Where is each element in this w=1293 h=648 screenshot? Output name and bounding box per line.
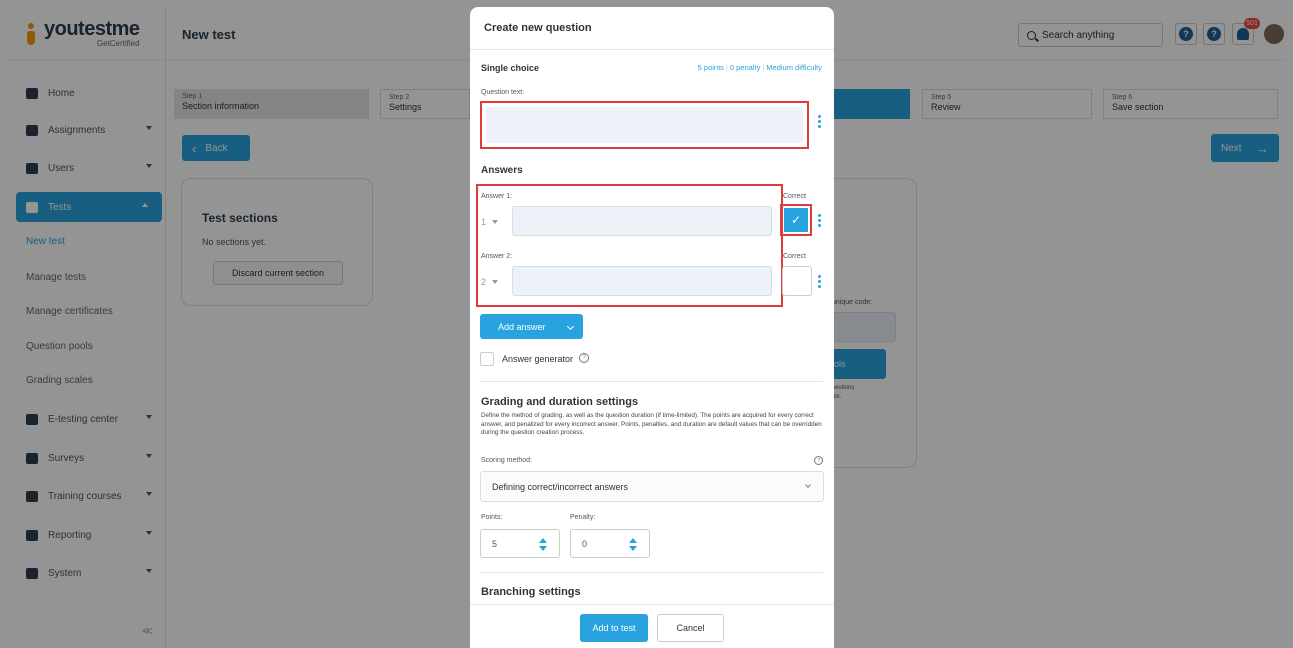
answer-1-number-select[interactable]: 1 <box>481 217 499 227</box>
modal-footer: Add to test Cancel <box>470 604 834 648</box>
correct-1-checkbox[interactable]: ✓ <box>784 208 808 232</box>
question-text-input[interactable] <box>486 107 803 143</box>
answer-2-input[interactable] <box>512 266 772 296</box>
grading-title: Grading and duration settings <box>481 396 639 408</box>
checkmark-icon: ✓ <box>790 213 802 227</box>
answer-number: 2 <box>481 277 487 287</box>
answer-1-input[interactable] <box>512 206 772 236</box>
penalty-stepper[interactable]: 0 <box>570 529 650 558</box>
points-link[interactable]: 5 points <box>698 63 724 72</box>
chevron-down-icon <box>492 280 499 284</box>
correct-1-label: Correct <box>783 193 806 200</box>
answers-heading: Answers <box>481 165 523 176</box>
chevron-down-icon <box>492 220 499 224</box>
cancel-button[interactable]: Cancel <box>657 614 724 642</box>
add-answer-label: Add answer <box>498 321 546 332</box>
info-icon[interactable]: ? <box>814 456 823 465</box>
question-options-icon[interactable] <box>818 115 821 128</box>
points-label: Points: <box>481 514 503 521</box>
create-question-modal: Create new question Single choice 5 poin… <box>470 7 834 648</box>
answer-number: 1 <box>481 217 487 227</box>
penalty-link[interactable]: 0 penalty <box>730 63 760 72</box>
scoring-method-value: Defining correct/incorrect answers <box>492 481 629 492</box>
difficulty-link[interactable]: Medium difficulty <box>766 63 822 72</box>
grading-description: Define the method of grading, as well as… <box>481 412 822 436</box>
answer-1-label: Answer 1: <box>481 193 513 200</box>
penalty-value: 0 <box>582 538 588 549</box>
answer-2-options-icon[interactable] <box>818 275 821 288</box>
divider <box>480 572 823 573</box>
penalty-label: Penalty: <box>570 514 596 521</box>
modal-body: Single choice 5 points | 0 penalty | Medium … <box>470 50 834 604</box>
branching-title: Branching settings <box>481 586 581 598</box>
add-answer-button[interactable]: Add answer <box>480 314 583 339</box>
stepper-arrows-icon[interactable] <box>539 538 547 551</box>
correct-2-checkbox[interactable] <box>782 266 812 296</box>
correct-2-label: Correct <box>783 253 806 260</box>
info-icon[interactable]: ? <box>579 353 589 363</box>
scoring-method-select[interactable]: Defining correct/incorrect answers <box>480 471 824 502</box>
answer-generator-checkbox[interactable] <box>480 352 494 366</box>
question-type: Single choice <box>481 63 540 73</box>
add-to-test-button[interactable]: Add to test <box>580 614 648 642</box>
modal-title: Create new question <box>484 22 592 34</box>
answer-generator-label: Answer generator <box>502 354 574 364</box>
stepper-arrows-icon[interactable] <box>629 538 637 551</box>
scoring-method-label: Scoring method: <box>481 457 532 464</box>
divider <box>480 381 823 382</box>
correct-1-highlight: ✓ <box>780 204 812 236</box>
answer-2-number-select[interactable]: 2 <box>481 277 499 287</box>
answer-2-label: Answer 2: <box>481 253 513 260</box>
modal-header: Create new question <box>470 7 834 50</box>
question-meta: 5 points | 0 penalty | Medium difficulty <box>697 63 822 72</box>
question-text-highlight <box>480 101 809 149</box>
points-stepper[interactable]: 5 <box>480 529 560 558</box>
answer-1-options-icon[interactable] <box>818 214 821 227</box>
chevron-down-icon <box>566 322 575 331</box>
chevron-down-icon <box>805 482 811 488</box>
points-value: 5 <box>492 538 498 549</box>
question-text-label: Question text: <box>481 89 525 96</box>
